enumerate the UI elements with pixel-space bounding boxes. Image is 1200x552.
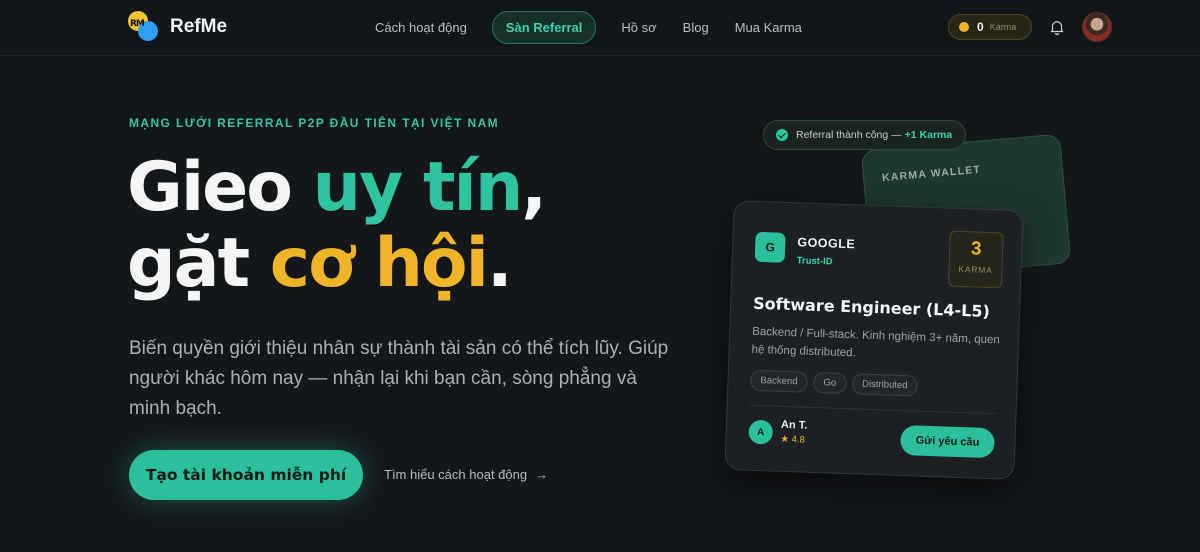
job-referral-card[interactable]: G GOOGLE Trust-ID 3 KARMA Software Engin… [724,200,1024,480]
headline-word-gieo: Gieo [127,148,313,227]
nav-links: Cách hoạt động Sàn Referral Hồ sơ Blog M… [362,11,815,44]
karma-cost-value: 3 [970,238,982,260]
logo-mark-icon: RM [128,11,160,43]
hero-lead: Biến quyền giới thiệu nhân sự thành tài … [129,338,669,419]
trust-id-badge: Trust-ID [796,255,833,268]
card-divider [749,404,996,415]
referral-success-toast: Referral thành công — +1 Karma [763,120,966,150]
user-avatar[interactable] [1082,12,1112,42]
hero-headline-line-2: gặt cơ hội. [127,226,545,302]
check-circle-icon [776,129,788,141]
toast-text: Referral thành công — [796,129,902,141]
tag-go: Go [813,371,847,395]
referrer-rating: ★ 4.8 [780,433,806,446]
company-name: GOOGLE [797,235,856,252]
headline-highlight-uy-tin: uy tín [312,148,524,227]
headline-word-gat: gặt [127,224,270,303]
karma-balance: 0 [977,20,984,34]
toast-karma-reward: +1 Karma [904,129,953,141]
nav-link-buy-karma[interactable]: Mua Karma [722,12,815,43]
learn-how-link[interactable]: Tìm hiểu cách hoạt động → [384,467,548,482]
learn-how-label: Tìm hiểu cách hoạt động [384,467,528,482]
send-request-button[interactable]: Gửi yêu cầu [900,424,995,459]
coin-icon [959,22,969,32]
headline-period: . [486,224,513,303]
headline-highlight-co-hoi: cơ hội [269,224,489,303]
headline-comma: , [521,148,547,227]
referrer-avatar: A [748,419,774,445]
company-logo: G [754,231,786,263]
hero-eyebrow: MẠNG LƯỚI REFERRAL P2P ĐẦU TIÊN TẠI VIỆT… [129,116,500,130]
referrer-name: An T. [780,418,808,432]
arrow-right-icon: → [535,467,549,482]
create-account-button[interactable]: Tạo tài khoản miễn phí [129,450,363,500]
bell-icon[interactable] [1048,18,1066,36]
nav-link-profile[interactable]: Hồ sơ [608,12,669,43]
top-nav: RM RefMe Cách hoạt động Sàn Referral Hồ … [0,0,1200,56]
logo-text: RefMe [170,16,228,37]
karma-balance-label: Karma [989,22,1017,32]
karma-cost-label: KARMA [958,263,993,276]
nav-link-blog[interactable]: Blog [670,12,722,43]
job-tags: Backend Go Distributed [750,369,924,397]
hero-headline: Gieo uy tín, gặt cơ hội. [127,148,547,302]
logo[interactable]: RM RefMe [128,11,227,43]
nav-link-how-it-works[interactable]: Cách hoạt động [362,12,480,43]
job-description: Backend / Full-stack. Kinh nghiệm 3+ năm… [751,325,1000,360]
hero-headline-line-1: Gieo uy tín, [127,148,547,227]
tag-distributed: Distributed [851,373,918,397]
tag-backend: Backend [750,369,808,393]
karma-balance-pill[interactable]: 0 Karma [948,14,1032,40]
logo-mark-text: RM [130,19,145,29]
nav-link-referral-market[interactable]: Sàn Referral [491,11,597,44]
karma-wallet-label: KARMA WALLET [881,163,982,185]
job-role-title: Software Engineer (L4-L5) [752,293,991,322]
karma-cost-box: 3 KARMA [947,230,1004,289]
